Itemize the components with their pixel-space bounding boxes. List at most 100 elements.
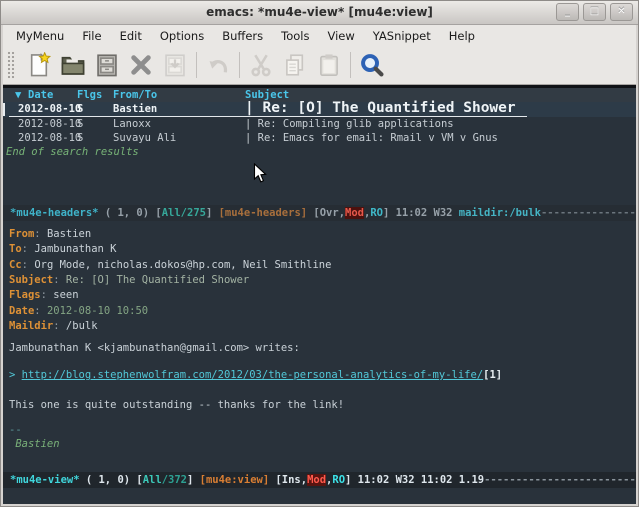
modeline-dashes: --------------- — [541, 207, 636, 219]
modeline-position: ( 1, 0) — [86, 474, 130, 486]
field-separator: : — [53, 320, 66, 332]
filter-all: All — [162, 207, 181, 219]
field-value: seen — [53, 289, 78, 301]
modeline-major-mode: [mu4e:view] — [200, 474, 270, 486]
modeline-filter: [All/372] — [136, 474, 193, 486]
column-header-date[interactable]: Date — [28, 88, 53, 103]
state-readonly: RO — [332, 474, 345, 486]
column-header-flags[interactable]: Flgs — [77, 88, 102, 103]
field-value: 2012-08-10 10:50 — [47, 305, 148, 317]
state-close: ] — [383, 207, 389, 219]
modeline-window-id: W32 — [434, 207, 453, 219]
field-subject: Subject: Re: [O] The Quantified Shower — [9, 273, 636, 288]
maximize-button[interactable]: □ — [583, 3, 606, 21]
field-separator: : — [41, 289, 54, 301]
toolbar-separator — [350, 52, 351, 78]
modeline-dashes: ------------------------ — [484, 474, 636, 486]
fringe-marker — [3, 103, 5, 116]
menubar: MyMenu File Edit Options Buffers Tools V… — [3, 25, 636, 46]
emacs-window: emacs: *mu4e-view* [mu4e:view] _ □ ✕ MyM… — [0, 0, 639, 507]
menu-buffers[interactable]: Buffers — [213, 27, 272, 45]
state-readonly: RO — [370, 207, 383, 219]
close-x-icon — [128, 52, 154, 78]
time-info: 11:02 W32 11:02 1.19 — [358, 474, 484, 486]
window-title: emacs: *mu4e-view* [mu4e:view] — [1, 1, 638, 24]
menu-edit[interactable]: Edit — [111, 27, 151, 45]
menu-mymenu[interactable]: MyMenu — [7, 27, 73, 45]
field-label: Flags — [9, 289, 41, 301]
minibuffer-echo-area[interactable] — [3, 488, 636, 504]
menu-view[interactable]: View — [318, 27, 363, 45]
row-flags: S — [77, 131, 83, 145]
field-value: Re: [O] The Quantified Shower — [66, 274, 249, 286]
field-value: Jambunathan K — [34, 243, 116, 255]
filter-count: /275 — [181, 207, 206, 219]
close-button[interactable]: ✕ — [610, 3, 633, 21]
menu-yasnippet[interactable]: YASnippet — [364, 27, 440, 45]
close-buffer-button[interactable] — [124, 49, 158, 81]
filter-count: /372 — [162, 474, 187, 486]
menu-options[interactable]: Options — [151, 27, 213, 45]
minimize-button[interactable]: _ — [556, 3, 579, 21]
toolbar-drag-handle[interactable] — [7, 51, 16, 79]
toolbar-separator — [239, 52, 240, 78]
row-from: Lanoxx — [113, 117, 151, 131]
body-link[interactable]: http://blog.stephenwolfram.com/2012/03/t… — [22, 369, 483, 381]
state-modified: Mod — [307, 474, 326, 486]
modeline-time: 11:02 — [396, 207, 428, 219]
open-file-button[interactable] — [56, 49, 90, 81]
state-open: [Ovr, — [313, 207, 345, 219]
field-date: Date: 2012-08-10 10:50 — [9, 304, 636, 319]
modeline-state: [Ovr,Mod,RO] — [313, 207, 389, 219]
window-controls: _ □ ✕ — [556, 3, 633, 21]
field-label: Date — [9, 305, 34, 317]
open-folder-icon — [60, 52, 86, 78]
bracket: ] — [206, 207, 212, 219]
modeline-view: *mu4e-view* ( 1, 0) [All/372] [mu4e:view… — [3, 472, 636, 488]
menu-file[interactable]: File — [73, 27, 110, 45]
sort-indicator-icon: ▼ — [15, 88, 21, 103]
menu-help[interactable]: Help — [440, 27, 484, 45]
field-from: From: Bastien — [9, 227, 636, 242]
paste-clipboard-icon — [316, 52, 342, 78]
field-separator: : — [22, 259, 35, 271]
copy-icon — [282, 52, 308, 78]
row-from: Bastien — [113, 102, 157, 117]
field-label: Cc — [9, 259, 22, 271]
menu-tools[interactable]: Tools — [272, 27, 318, 45]
modeline-position: ( 1, 0) — [105, 207, 149, 219]
modeline-major-mode: [mu4e-headers] — [219, 207, 308, 219]
header-row[interactable]: 2012-08-10 S Suvayu Ali | Re: Emacs for … — [3, 131, 636, 145]
copy-button — [278, 49, 312, 81]
modeline-time-info: 11:02 W32 11:02 1.19--------------------… — [358, 474, 636, 486]
body-reply-line: This one is quite outstanding -- thanks … — [9, 398, 344, 412]
row-subject: | Re: Compiling glib applications — [245, 117, 454, 131]
new-file-button[interactable] — [22, 49, 56, 81]
field-maildir: Maildir: /bulk — [9, 319, 636, 334]
signature-separator: -- — [9, 423, 22, 437]
search-icon — [359, 52, 385, 78]
modeline-buffer-name: *mu4e-headers* — [10, 207, 99, 219]
row-subject: | Re: [O] The Quantified Shower — [245, 101, 516, 116]
row-subject: | Re: Emacs for email: Rmail v VM v Gnus — [245, 131, 498, 145]
search-button[interactable] — [355, 49, 389, 81]
cut-button — [244, 49, 278, 81]
undo-button — [201, 49, 235, 81]
row-flags: S — [77, 102, 83, 117]
paste-button — [312, 49, 346, 81]
state-close: ] — [345, 474, 351, 486]
column-header-from[interactable]: From/To — [113, 88, 157, 103]
link-reference: [1] — [483, 369, 502, 381]
save-buffer-button[interactable] — [90, 49, 124, 81]
field-separator: : — [34, 228, 47, 240]
row-flags: S — [77, 117, 83, 131]
field-value: Org Mode, nicholas.dokos@hp.com, Neil Sm… — [34, 259, 331, 271]
row-from: Suvayu Ali — [113, 131, 176, 145]
titlebar[interactable]: emacs: *mu4e-view* [mu4e:view] _ □ ✕ — [1, 1, 638, 25]
modeline-buffer-name: *mu4e-view* — [10, 474, 80, 486]
header-row[interactable]: 2012-08-10 S Lanoxx | Re: Compiling glib… — [3, 117, 636, 131]
header-row-selected[interactable]: 2012-08-10 S Bastien | Re: [O] The Quant… — [3, 102, 636, 117]
body-intro-line: Jambunathan K <kjambunathan@gmail.com> w… — [9, 341, 300, 355]
bracket: ] — [187, 474, 193, 486]
undo-icon — [205, 52, 231, 78]
